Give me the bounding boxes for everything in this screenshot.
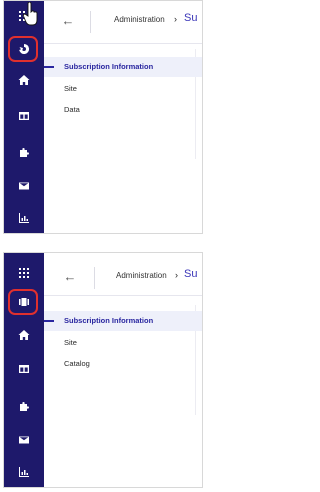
chart-icon[interactable]: [12, 209, 36, 227]
home-icon[interactable]: [12, 326, 36, 344]
screenshot-panel-1: ← Administration › Su Subscription Infor…: [3, 0, 203, 234]
back-arrow-icon[interactable]: ←: [62, 269, 78, 285]
active-indicator: [44, 66, 54, 68]
breadcrumb-chevron-icon: ›: [174, 14, 177, 24]
mail-icon[interactable]: [12, 431, 36, 449]
back-arrow-icon[interactable]: ←: [60, 13, 76, 29]
breadcrumb-current: Su: [184, 12, 198, 24]
menu-item-site[interactable]: Site: [44, 333, 202, 353]
puzzle-icon[interactable]: [12, 144, 36, 162]
home-icon[interactable]: [12, 71, 36, 89]
screenshot-panel-2: ← Administration › Su Subscription Infor…: [3, 252, 203, 488]
menu-item-label: Site: [64, 338, 77, 347]
hand-cursor-icon: [23, 2, 38, 26]
active-indicator: [44, 320, 54, 322]
menu-item-subscription-information[interactable]: Subscription Information: [44, 311, 202, 331]
menu-item-data[interactable]: Data: [44, 100, 202, 120]
icon-rail: [4, 253, 44, 487]
highlighted-icon[interactable]: [12, 293, 36, 311]
menu-item-subscription-information[interactable]: Subscription Information: [44, 57, 202, 77]
divider: [90, 11, 91, 33]
menu-item-site[interactable]: Site: [44, 79, 202, 99]
breadcrumb-current: Su: [184, 268, 198, 280]
breadcrumb-chevron-icon: ›: [175, 270, 178, 280]
layout-icon[interactable]: [12, 107, 36, 125]
chart-icon[interactable]: [12, 463, 36, 481]
grid-icon[interactable]: [12, 264, 36, 282]
top-bar: ← Administration › Su: [44, 253, 202, 296]
menu-item-label: Subscription Information: [64, 316, 154, 325]
highlighted-icon[interactable]: [12, 40, 36, 58]
icon-rail: [4, 1, 44, 233]
menu-item-label: Site: [64, 84, 77, 93]
breadcrumb-parent[interactable]: Administration: [114, 15, 165, 24]
divider: [94, 267, 95, 289]
menu-item-catalog[interactable]: Catalog: [44, 354, 202, 374]
mail-icon[interactable]: [12, 177, 36, 195]
layout-icon[interactable]: [12, 360, 36, 378]
menu-item-label: Catalog: [64, 359, 90, 368]
menu-item-label: Subscription Information: [64, 62, 154, 71]
menu-item-label: Data: [64, 105, 80, 114]
puzzle-icon[interactable]: [12, 398, 36, 416]
breadcrumb-parent[interactable]: Administration: [116, 271, 167, 280]
top-bar: ← Administration › Su: [44, 1, 202, 44]
